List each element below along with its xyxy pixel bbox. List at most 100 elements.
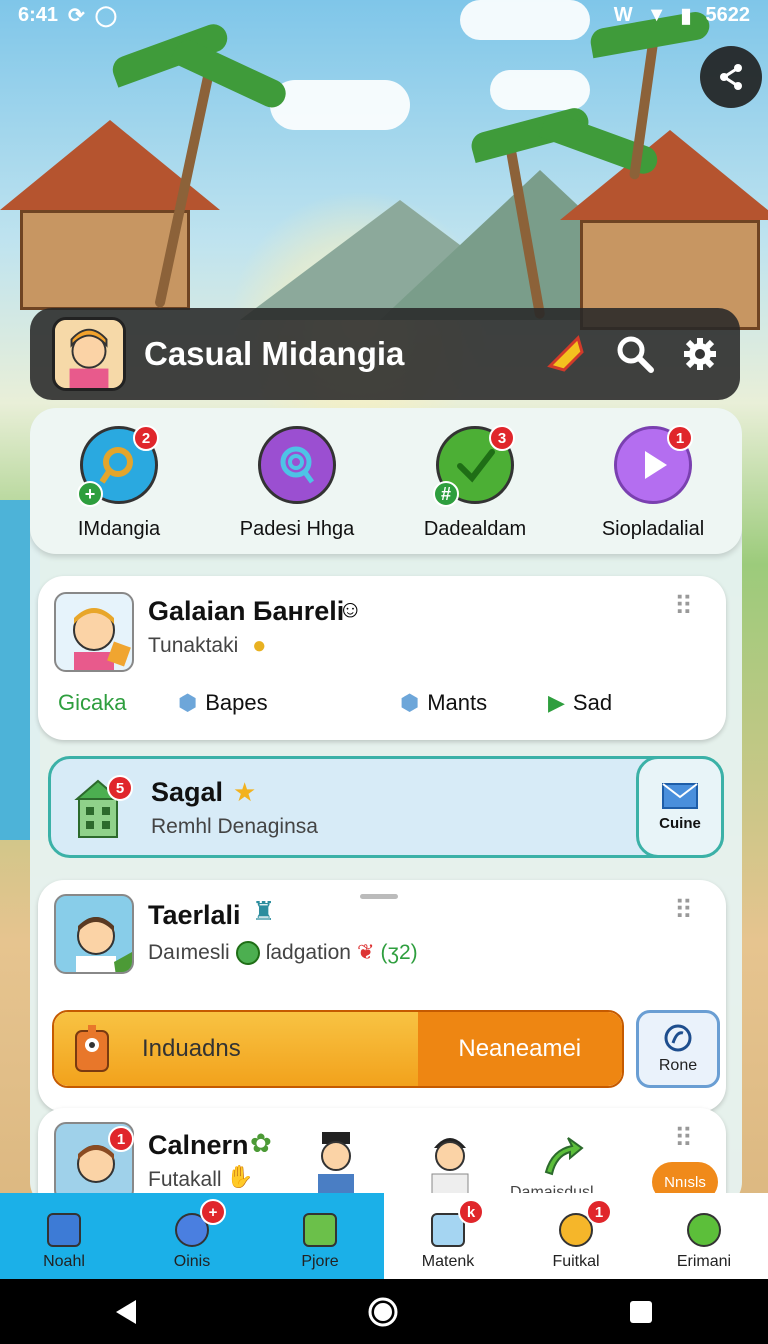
mail-title: Sagal [151, 777, 224, 807]
person-icon [431, 1138, 469, 1194]
card3-badge: 1 [108, 1126, 134, 1152]
more-options-icon[interactable]: ⠿ [674, 1125, 694, 1151]
person-outline-icon [687, 1213, 721, 1247]
nav-item-fuitkal[interactable]: 1 Fuitkal [512, 1193, 640, 1279]
rone-label: Rone [658, 1057, 698, 1074]
character-icon [55, 320, 123, 388]
avatar [54, 894, 134, 974]
stat-2[interactable]: ⬢ Bapes [178, 690, 268, 716]
mail-badge: 5 [107, 775, 133, 801]
wifi-icon: ▼ [646, 3, 667, 26]
nav-label: Erimani [676, 1253, 732, 1270]
quick-actions: 2 + IMdangia Padesi Hhga 3 # Dadealdam 1 [30, 408, 742, 554]
progress-bar[interactable]: Induadns Neaneamei [52, 1010, 624, 1088]
status-bar: 6:41 ⟳ ◯ W ▼ ▮ 5622 [0, 0, 768, 30]
quick-label-3: Dadealdam [423, 518, 527, 540]
back-icon[interactable] [114, 1298, 138, 1326]
bulb-icon: ● [252, 632, 267, 659]
nav-label: Fuitkal [552, 1253, 600, 1270]
nav-item-oinis[interactable]: + Oinis [128, 1193, 256, 1279]
profile-card-1[interactable]: Galaian Банreli ☺ Tunaktaki ● ⠿ Gicaka ⬢… [38, 576, 726, 740]
battery-level: 5622 [705, 3, 751, 26]
nav-badge: + [200, 1199, 226, 1225]
torch-icon: ♜ [252, 896, 276, 926]
envelope-icon [662, 782, 698, 809]
hash-badge: # [433, 481, 459, 507]
nav-item-matenk[interactable]: k Matenk [384, 1193, 512, 1279]
gear-icon[interactable] [682, 336, 718, 372]
star-icon: ★ [233, 777, 257, 807]
quick-label-4: Siopladalial [601, 518, 705, 540]
nav-item-pjore[interactable]: Pjore [256, 1193, 384, 1279]
quick-label-1: IMdangia [77, 518, 161, 540]
progress-label: Induadns [142, 1035, 241, 1062]
check-icon: 3 # [433, 425, 515, 507]
cursor-icon [664, 1024, 692, 1052]
robot-icon [75, 1025, 109, 1072]
wifi-alt-icon: W [613, 3, 633, 26]
progress-fill: Induadns [54, 1012, 418, 1086]
box-icon [303, 1213, 337, 1247]
status-time: 6:41 [18, 3, 59, 26]
more-options-icon[interactable]: ⠿ [674, 897, 694, 923]
share-button[interactable] [700, 46, 762, 108]
quick-badge-1: 2 [133, 425, 159, 451]
key-icon: 2 + [77, 425, 159, 507]
stat-3[interactable]: ⬢ Mants [400, 690, 487, 716]
home-icon[interactable] [367, 1296, 399, 1328]
coin-icon [235, 940, 260, 965]
hex-icon: ⬢ [178, 690, 198, 715]
stat-4[interactable]: ▶ Sad [548, 690, 612, 716]
nav-label: Oinis [173, 1253, 211, 1270]
battery-icon: ▮ [680, 4, 692, 27]
avatar [54, 592, 134, 672]
mail-button[interactable]: Cuine [636, 756, 724, 858]
recents-icon[interactable] [628, 1299, 654, 1325]
stat-label: Mants [427, 690, 488, 715]
nav-label: Noahl [43, 1253, 85, 1270]
nav-label: Pjore [301, 1253, 339, 1270]
hex-icon: ⬢ [400, 690, 420, 715]
play-icon: ▶ [548, 690, 565, 715]
leaf-icon: ✿ [250, 1128, 272, 1158]
plus-badge: + [77, 481, 103, 507]
card3-button-label: Nnısls [664, 1173, 706, 1191]
hand-icon: ✋ [226, 1164, 254, 1189]
nav-badge: k [458, 1199, 484, 1225]
mail-subtitle: Remhl Denaginsa [151, 815, 318, 838]
mail-card[interactable]: 5 Sagal ★ Remhl Denaginsa Cuine [48, 756, 724, 858]
card-subtitle-2: ſadgation [265, 940, 351, 964]
quick-action-1[interactable]: 2 + IMdangia [34, 425, 204, 554]
document-icon [47, 1213, 81, 1247]
circle-icon: ◯ [94, 4, 118, 27]
rone-button[interactable]: Rone [636, 1010, 720, 1088]
drag-handle[interactable] [360, 894, 398, 899]
card-title: Calnern [148, 1130, 249, 1160]
quick-badge-3: 3 [489, 425, 515, 451]
profile-card-2[interactable]: Taerlali ♜ Daımesli ſadgation ❦ (ʒ2) ⠿ I… [38, 880, 726, 1112]
app-avatar[interactable] [52, 317, 126, 391]
quick-action-3[interactable]: 3 # Dadealdam [390, 425, 560, 554]
face-icon: ☺ [338, 596, 363, 623]
quick-label-2: Padesi Hhga [239, 518, 355, 540]
stat-label: Bapes [205, 690, 268, 715]
play-icon: 1 [614, 425, 693, 504]
mail-button-label: Cuine [659, 814, 701, 832]
nav-item-noahl[interactable]: Noahl [0, 1193, 128, 1279]
quick-action-2[interactable]: Padesi Hhga [212, 426, 382, 554]
quick-action-4[interactable]: 1 Siopladalial [568, 425, 738, 554]
bottom-nav: Noahl + Oinis Pjore k Matenk 1 Fuitkal E… [0, 1193, 768, 1279]
nav-item-erimani[interactable]: Erimani [640, 1193, 768, 1279]
stat-label: Sad [572, 690, 613, 715]
system-nav-bar [0, 1279, 768, 1344]
kite-icon[interactable] [544, 332, 588, 376]
more-options-icon[interactable]: ⠿ [674, 593, 694, 619]
card-subtitle: Tunaktaki [148, 634, 239, 657]
arrow-icon [544, 1137, 584, 1176]
person-icon [318, 1132, 354, 1196]
stat-label: Gicaka [58, 690, 127, 715]
cloud [490, 70, 590, 110]
main-panel: 2 + IMdangia Padesi Hhga 3 # Dadealdam 1 [30, 408, 742, 1208]
search-icon[interactable] [616, 335, 654, 373]
cast-icon: ⟳ [68, 4, 85, 27]
